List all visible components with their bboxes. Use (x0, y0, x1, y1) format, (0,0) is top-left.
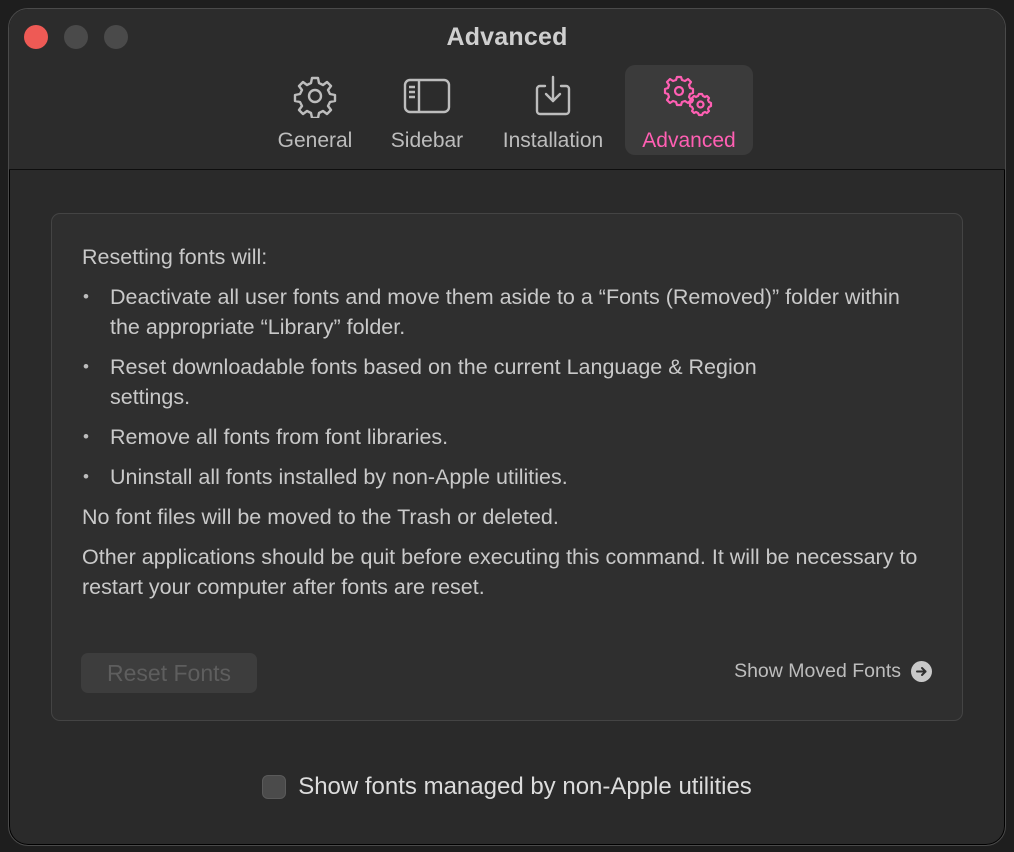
list-item: Uninstall all fonts installed by non-App… (82, 462, 932, 492)
bullet-list: Deactivate all user fonts and move them … (82, 282, 932, 492)
arrow-right-circle-icon (911, 661, 932, 682)
tab-advanced[interactable]: Advanced (625, 65, 753, 155)
list-item: Deactivate all user fonts and move them … (82, 282, 910, 342)
download-tray-icon (531, 65, 575, 123)
window-title: Advanced (446, 23, 568, 51)
tab-installation[interactable]: Installation (493, 65, 613, 155)
tab-sidebar[interactable]: Sidebar (377, 65, 477, 155)
trash-note: No font files will be moved to the Trash… (82, 505, 559, 529)
tab-general-label: General (277, 129, 353, 152)
show-moved-fonts-link[interactable]: Show Moved Fonts (734, 660, 932, 683)
tab-general[interactable]: General (265, 65, 365, 155)
preferences-window: Advanced General Sidebar Installation Ad… (8, 8, 1006, 846)
panel-text: Resetting fonts will: Deactivate all use… (82, 242, 932, 612)
sidebar-icon (403, 65, 451, 123)
list-item: Reset downloadable fonts based on the cu… (82, 352, 810, 412)
intro-text: Resetting fonts will: (82, 245, 268, 269)
gears-icon (661, 65, 717, 123)
reset-fonts-panel: Resetting fonts will: Deactivate all use… (51, 213, 963, 721)
gear-icon (293, 65, 337, 123)
reset-fonts-button[interactable]: Reset Fonts (81, 653, 257, 693)
restart-note: Other applications should be quit before… (82, 545, 918, 599)
tab-sidebar-label: Sidebar (390, 129, 464, 152)
tab-installation-label: Installation (502, 129, 604, 152)
tab-advanced-label: Advanced (642, 129, 736, 152)
preferences-toolbar: General Sidebar Installation Advanced (9, 65, 1005, 155)
show-moved-fonts-label: Show Moved Fonts (734, 660, 901, 682)
titlebar: Advanced General Sidebar Installation Ad… (9, 9, 1005, 170)
non-apple-fonts-option[interactable]: Show fonts managed by non-Apple utilitie… (9, 773, 1005, 801)
list-item: Remove all fonts from font libraries. (82, 422, 932, 452)
show-non-apple-fonts-checkbox[interactable] (262, 775, 287, 799)
checkbox-label: Show fonts managed by non-Apple utilitie… (298, 773, 752, 800)
